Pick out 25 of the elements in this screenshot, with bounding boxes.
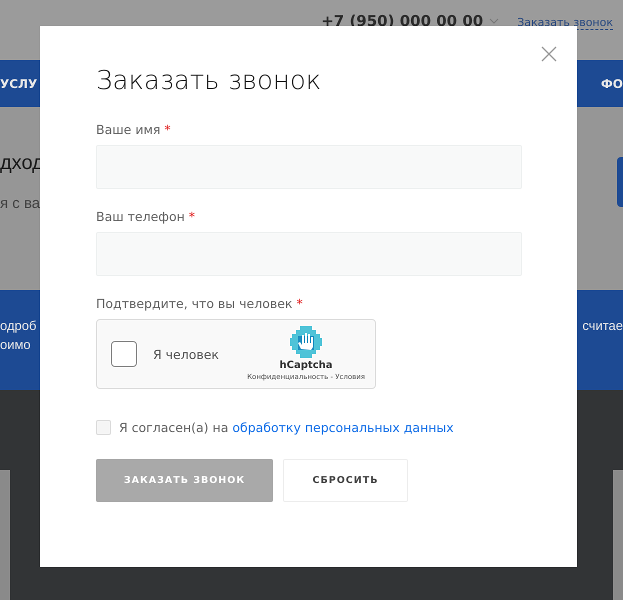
consent-text: Я согласен(а) на обработку персональных данных (119, 420, 454, 435)
field-label: Ваш телефон (96, 209, 185, 224)
close-icon[interactable] (541, 46, 557, 62)
nav-item[interactable]: УСЛУ (0, 76, 38, 90)
field-label: Ваше имя (96, 122, 160, 137)
captcha-checkbox[interactable] (111, 341, 137, 367)
dialog-title: Заказать звонок (96, 66, 322, 96)
hand-logo-icon (290, 326, 322, 358)
band-text: одроб (0, 318, 36, 333)
band-text: считае (582, 318, 623, 335)
captcha-brand: hCaptcha (280, 360, 332, 371)
band-text: оимо (0, 337, 32, 352)
consent-checkbox[interactable] (96, 420, 111, 435)
chevron-down-icon (489, 18, 500, 24)
required-mark: * (164, 122, 171, 137)
phone-number[interactable]: +7 (950) 000 00 00 (321, 12, 500, 30)
field-label: Подтвердите, что вы человек (96, 296, 292, 311)
required-mark: * (296, 296, 303, 311)
privacy-link[interactable]: обработку персональных данных (232, 420, 454, 435)
required-mark: * (188, 209, 196, 224)
side-button[interactable] (617, 157, 623, 207)
captcha-label: Я человек (153, 346, 219, 362)
reset-button[interactable]: СБРОСИТЬ (283, 459, 408, 502)
hero-subheading: я с ва (0, 195, 42, 212)
nav-item[interactable]: ФО (600, 76, 623, 90)
